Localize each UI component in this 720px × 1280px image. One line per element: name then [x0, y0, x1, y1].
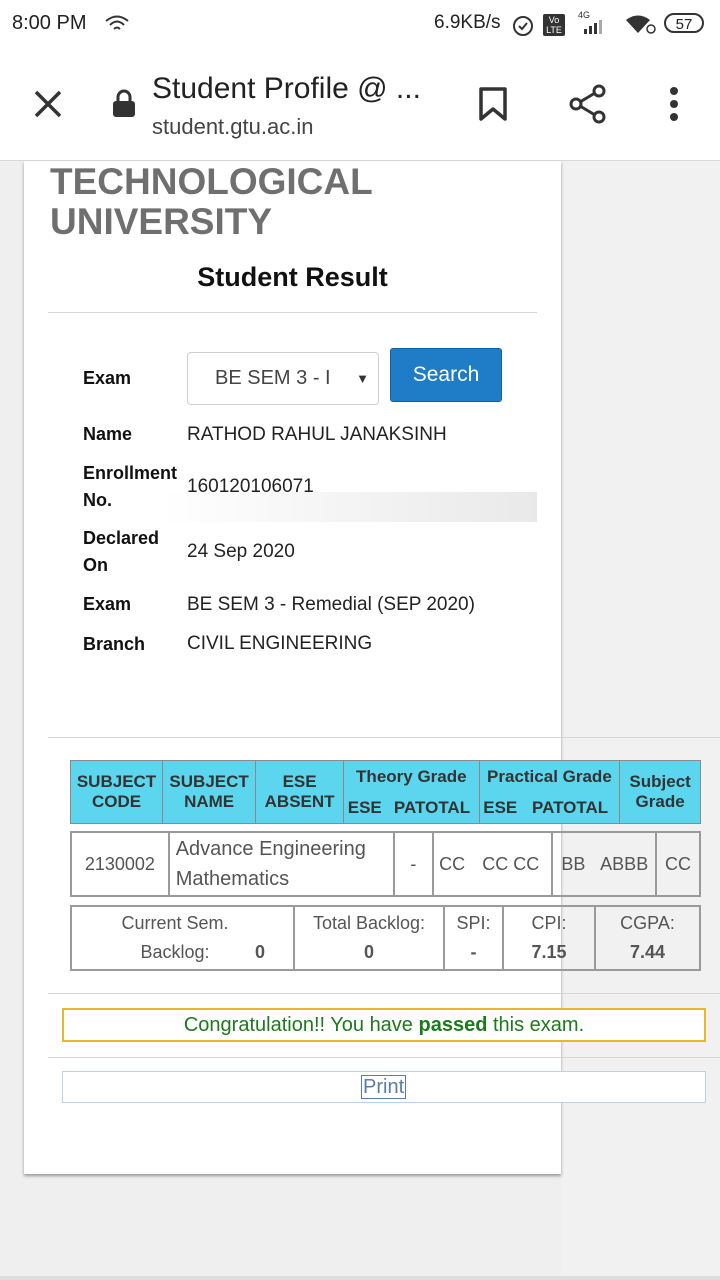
header-practical-patotal: PATOTAL: [520, 792, 621, 824]
current-backlog-label: Current Sem. Backlog:: [121, 913, 229, 962]
total-backlog-label: Total Backlog:: [312, 913, 426, 933]
print-link[interactable]: Print: [361, 1075, 407, 1099]
page-title[interactable]: Student Profile @ ...: [152, 72, 421, 106]
close-icon[interactable]: [32, 88, 64, 120]
lock-icon: [113, 89, 135, 117]
network-speed: 6.9KB/s: [434, 12, 501, 33]
search-button[interactable]: Search: [390, 348, 502, 402]
name-label: Name: [83, 424, 133, 444]
network-type: 4G: [578, 10, 591, 20]
pass-message: Congratulation!! You have passed this ex…: [62, 1008, 706, 1042]
spi-value: -: [470, 942, 477, 962]
current-backlog-value: 0: [255, 942, 266, 962]
volte-icon: Vo LTE: [543, 14, 565, 36]
total-backlog-cell: Total Backlog: 0: [293, 905, 445, 971]
cgpa-cell: CGPA: 7.44: [594, 905, 701, 971]
header-theory-patotal: PATOTAL: [385, 792, 480, 824]
total-backlog-value: 0: [363, 942, 374, 962]
pass-message-end: this exam.: [487, 1014, 585, 1036]
exam-label: Exam: [83, 594, 132, 614]
header-subject-code: SUBJECT CODE: [69, 760, 164, 824]
subject-ese-absent: -: [392, 831, 435, 897]
subject-practical-ese: BB: [551, 831, 594, 897]
share-icon[interactable]: [568, 84, 608, 124]
divider: [48, 312, 537, 313]
header-practical-grade: Practical Grade: [478, 760, 621, 792]
cpi-value: 7.15: [531, 942, 567, 962]
pass-message-text: Congratulation!! You have: [183, 1014, 419, 1036]
branch-value: CIVIL ENGINEERING: [187, 633, 373, 654]
subject-theory-patotal: CC CC: [470, 831, 554, 897]
alarm-icon: [513, 16, 533, 36]
cgpa-value: 7.44: [629, 942, 666, 962]
divider: [48, 737, 720, 738]
header-subject-grade: Subject Grade: [619, 760, 701, 824]
cgpa-label: CGPA:: [620, 913, 675, 933]
exam-select-label: Exam: [83, 368, 132, 388]
subject-grade: CC: [655, 831, 701, 897]
subject-code: 2130002: [70, 831, 170, 897]
current-backlog-cell: Current Sem. Backlog: 0: [70, 905, 295, 971]
status-time: 8:00 PM: [12, 12, 87, 34]
subject-practical-patotal: ABBB: [593, 831, 658, 897]
enrollment-label: Enrollment No.: [83, 463, 178, 510]
summary-row: Current Sem. Backlog: 0 Total Backlog: 0…: [70, 905, 701, 971]
exam-value: BE SEM 3 - Remedial (SEP 2020): [187, 594, 475, 615]
browser-toolbar: Student Profile @ ... student.gtu.ac.in: [0, 48, 720, 161]
cpi-cell: CPI: 7.15: [502, 905, 596, 971]
result-table-header: SUBJECT CODE SUBJECT NAME ESE ABSENT The…: [69, 760, 701, 824]
enrollment-value: 160120106071: [187, 476, 314, 497]
page-background-right: [561, 161, 720, 1280]
branch-label: Branch: [83, 634, 146, 654]
signal-icon: [584, 20, 602, 34]
header-theory-grade: Theory Grade: [343, 760, 480, 792]
exam-select[interactable]: BE SEM 3 - I ▼: [187, 352, 379, 405]
name-value: RATHOD RAHUL JANAKSINH: [187, 424, 447, 445]
declared-value: 24 Sep 2020: [187, 541, 295, 562]
divider: [48, 1057, 720, 1058]
subject-row: 2130002 Advance Engineering Mathematics …: [70, 831, 701, 897]
subject-theory-ese: CC: [432, 831, 471, 897]
status-bar: 8:00 PM 6.9KB/s Vo LTE 4G 57: [0, 0, 720, 48]
header-ese-absent: ESE ABSENT: [255, 760, 345, 824]
bookmark-icon[interactable]: [478, 86, 508, 122]
exam-select-value: BE SEM 3 - I: [215, 367, 331, 389]
bottom-edge: [0, 1276, 720, 1280]
university-name: TECHNOLOGICAL UNIVERSITY: [50, 161, 373, 242]
subject-name: Advance Engineering Mathematics: [167, 831, 395, 897]
more-options-icon[interactable]: [668, 86, 680, 122]
spi-cell: SPI: -: [443, 905, 504, 971]
header-practical-ese: ESE: [478, 792, 521, 824]
page-url[interactable]: student.gtu.ac.in: [152, 114, 313, 140]
declared-label: Declared On: [83, 528, 160, 575]
wifi-signal-icon: [626, 15, 656, 34]
header-subject-name: SUBJECT NAME: [162, 760, 257, 824]
dropdown-arrow-icon: ▼: [356, 371, 369, 386]
cpi-label: CPI:: [531, 913, 567, 933]
wifi-icon: [105, 15, 129, 30]
divider: [48, 993, 720, 994]
header-theory-ese: ESE: [343, 792, 386, 824]
battery-indicator: 57: [664, 13, 704, 33]
pass-message-bold: passed: [418, 1014, 488, 1036]
spi-label: SPI:: [456, 913, 491, 933]
result-heading: Student Result: [197, 262, 388, 292]
